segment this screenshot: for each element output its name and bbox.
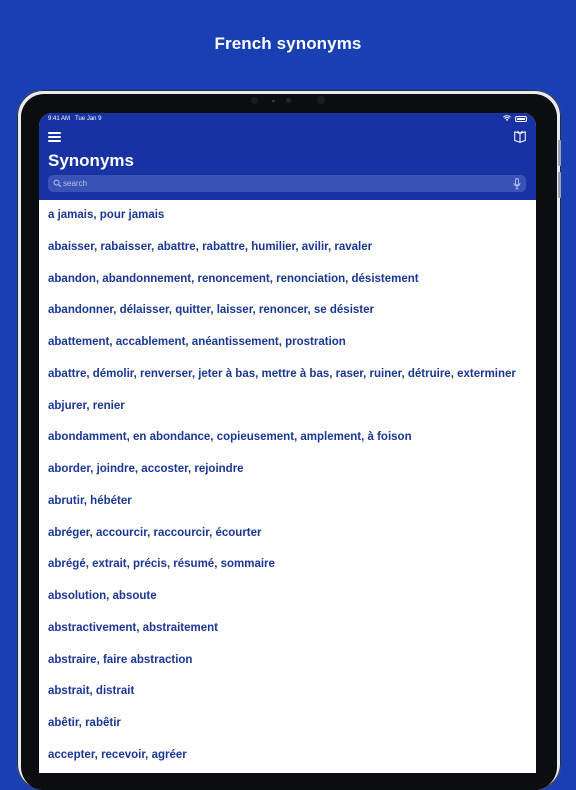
battery-icon xyxy=(515,115,527,122)
status-date-text: Tue Jan 9 xyxy=(75,116,102,122)
list-item[interactable]: abjurer, renier xyxy=(39,391,536,423)
wifi-icon xyxy=(503,115,511,121)
hamburger-menu-icon[interactable] xyxy=(48,132,61,142)
volume-up-button xyxy=(558,140,561,166)
list-item[interactable]: abêtir, rabêtir xyxy=(39,708,536,740)
list-item[interactable]: abrutir, hébéter xyxy=(39,486,536,518)
status-time: 9:41 AM Tue Jan 9 xyxy=(48,116,102,122)
list-item[interactable]: abandon, abandonnement, renoncement, ren… xyxy=(39,264,536,296)
status-indicators xyxy=(503,115,527,122)
open-book-icon[interactable] xyxy=(513,130,527,144)
camera-lens xyxy=(251,97,258,104)
camera-sensor xyxy=(286,98,291,103)
promo-title: French synonyms xyxy=(214,34,362,53)
search-icon xyxy=(53,179,62,188)
list-item[interactable]: accepter, recevoir, agréer xyxy=(39,740,536,772)
list-item[interactable]: abandonner, délaisser, quitter, laisser,… xyxy=(39,295,536,327)
search-input[interactable] xyxy=(63,175,463,192)
microphone-icon[interactable] xyxy=(513,178,521,190)
list-item[interactable]: a jamais, pour jamais xyxy=(39,200,536,232)
status-bar: 9:41 AM Tue Jan 9 xyxy=(39,113,536,126)
app-screen: 9:41 AM Tue Jan 9 Synonyms search a jama… xyxy=(39,113,536,773)
list-item[interactable]: abattre, démolir, renverser, jeter à bas… xyxy=(39,359,536,391)
list-item[interactable]: abaisser, rabaisser, abattre, rabattre, … xyxy=(39,232,536,264)
list-item[interactable]: absolution, absoute xyxy=(39,581,536,613)
app-header: 9:41 AM Tue Jan 9 Synonyms xyxy=(39,113,536,200)
volume-down-button xyxy=(558,172,561,198)
list-item[interactable]: abstractivement, abstraitement xyxy=(39,613,536,645)
page-title: Synonyms xyxy=(48,151,134,170)
list-item[interactable]: abstrait, distrait xyxy=(39,676,536,708)
search-bar xyxy=(48,175,526,192)
camera-flash xyxy=(317,96,325,104)
list-item[interactable]: aborder, joindre, accoster, rejoindre xyxy=(39,454,536,486)
camera-dot xyxy=(272,100,275,102)
list-item[interactable]: abréger, accourcir, raccourcir, écourter xyxy=(39,518,536,550)
status-time-text: 9:41 AM xyxy=(48,116,71,122)
list-item[interactable]: abstraire, faire abstraction xyxy=(39,645,536,677)
list-item[interactable]: abrégé, extrait, précis, résumé, sommair… xyxy=(39,549,536,581)
list-item[interactable]: abattement, accablement, anéantissement,… xyxy=(39,327,536,359)
synonym-list: a jamais, pour jamais abaisser, rabaisse… xyxy=(39,200,536,772)
list-item[interactable]: abondamment, en abondance, copieusement,… xyxy=(39,422,536,454)
